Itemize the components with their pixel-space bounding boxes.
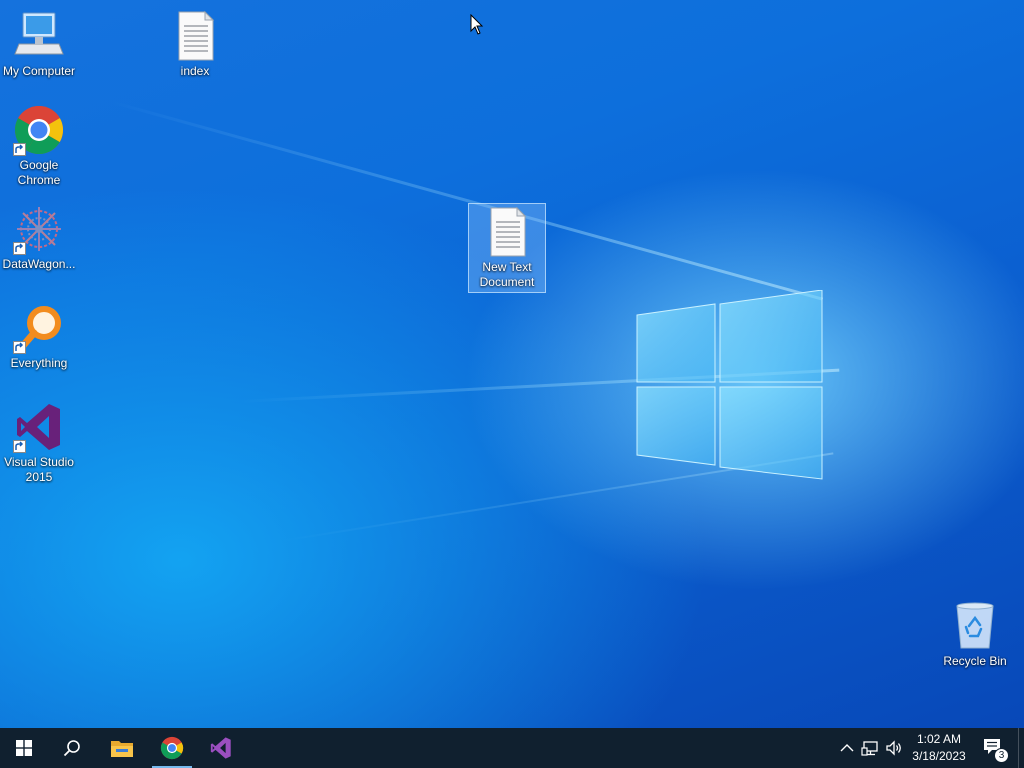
- desktop-icon-recycle-bin[interactable]: Recycle Bin: [937, 600, 1013, 669]
- show-desktop-button[interactable]: [1018, 728, 1024, 768]
- taskbar: 1:02 AM 3/18/2023 3: [0, 728, 1024, 768]
- desktop-icon-label: Google Chrome: [17, 158, 61, 187]
- search-icon: [63, 740, 80, 757]
- desktop-icon-label: Recycle Bin: [943, 654, 1007, 668]
- desktop-icon-label: DataWagon...: [2, 257, 76, 271]
- desktop-icon-label: Everything: [10, 356, 68, 370]
- network-icon[interactable]: [861, 738, 881, 758]
- desktop-icon-my-computer[interactable]: My Computer: [1, 10, 77, 79]
- windows-start-icon: [16, 740, 32, 756]
- desktop-icon-everything[interactable]: Everything: [1, 302, 77, 371]
- system-clock[interactable]: 1:02 AM 3/18/2023: [904, 731, 974, 765]
- shortcut-arrow-icon: [13, 341, 26, 354]
- desktop-icon-datawagon[interactable]: DataWagon...: [1, 203, 77, 272]
- desktop-icon-index[interactable]: index: [157, 10, 233, 79]
- chevron-up-icon[interactable]: [837, 738, 857, 758]
- taskbar-google-chrome[interactable]: [148, 728, 196, 768]
- chrome-icon: [160, 736, 184, 760]
- desktop-icon-new-text-document[interactable]: New Text Document: [468, 203, 546, 293]
- clock-time: 1:02 AM: [916, 732, 962, 746]
- desktop-icon-label: Visual Studio 2015: [4, 455, 74, 484]
- volume-icon[interactable]: [884, 738, 904, 758]
- visual-studio-icon: [210, 737, 231, 759]
- taskbar-file-explorer[interactable]: [98, 728, 146, 768]
- notification-count-badge: 3: [994, 748, 1009, 763]
- shortcut-arrow-icon: [13, 440, 26, 453]
- search-button[interactable]: [48, 728, 96, 768]
- clock-date: 3/18/2023: [912, 749, 966, 763]
- shortcut-arrow-icon: [13, 143, 26, 156]
- taskbar-visual-studio[interactable]: [197, 728, 245, 768]
- start-button[interactable]: [0, 728, 48, 768]
- desktop-icon-label: index: [180, 64, 210, 78]
- text-file-icon: [178, 10, 215, 61]
- text-file-icon: [490, 206, 527, 257]
- desktop-icon-visual-studio-2015[interactable]: Visual Studio 2015: [1, 401, 77, 485]
- shortcut-arrow-icon: [13, 242, 26, 255]
- recycle-bin-icon: [956, 602, 994, 649]
- folder-icon: [111, 741, 133, 757]
- desktop-icon-label: My Computer: [2, 64, 76, 78]
- desktop-icon-google-chrome[interactable]: Google Chrome: [1, 104, 77, 188]
- mouse-cursor-icon: [470, 14, 484, 35]
- computer-icon: [14, 12, 64, 55]
- wallpaper-beam: [109, 100, 824, 301]
- windows-logo-wallpaper: [636, 290, 823, 480]
- action-center-button[interactable]: 3: [977, 728, 1013, 768]
- desktop-icon-label: New Text Document: [479, 260, 535, 289]
- desktop[interactable]: My Computer index Google Chrome DataWago…: [0, 0, 1024, 728]
